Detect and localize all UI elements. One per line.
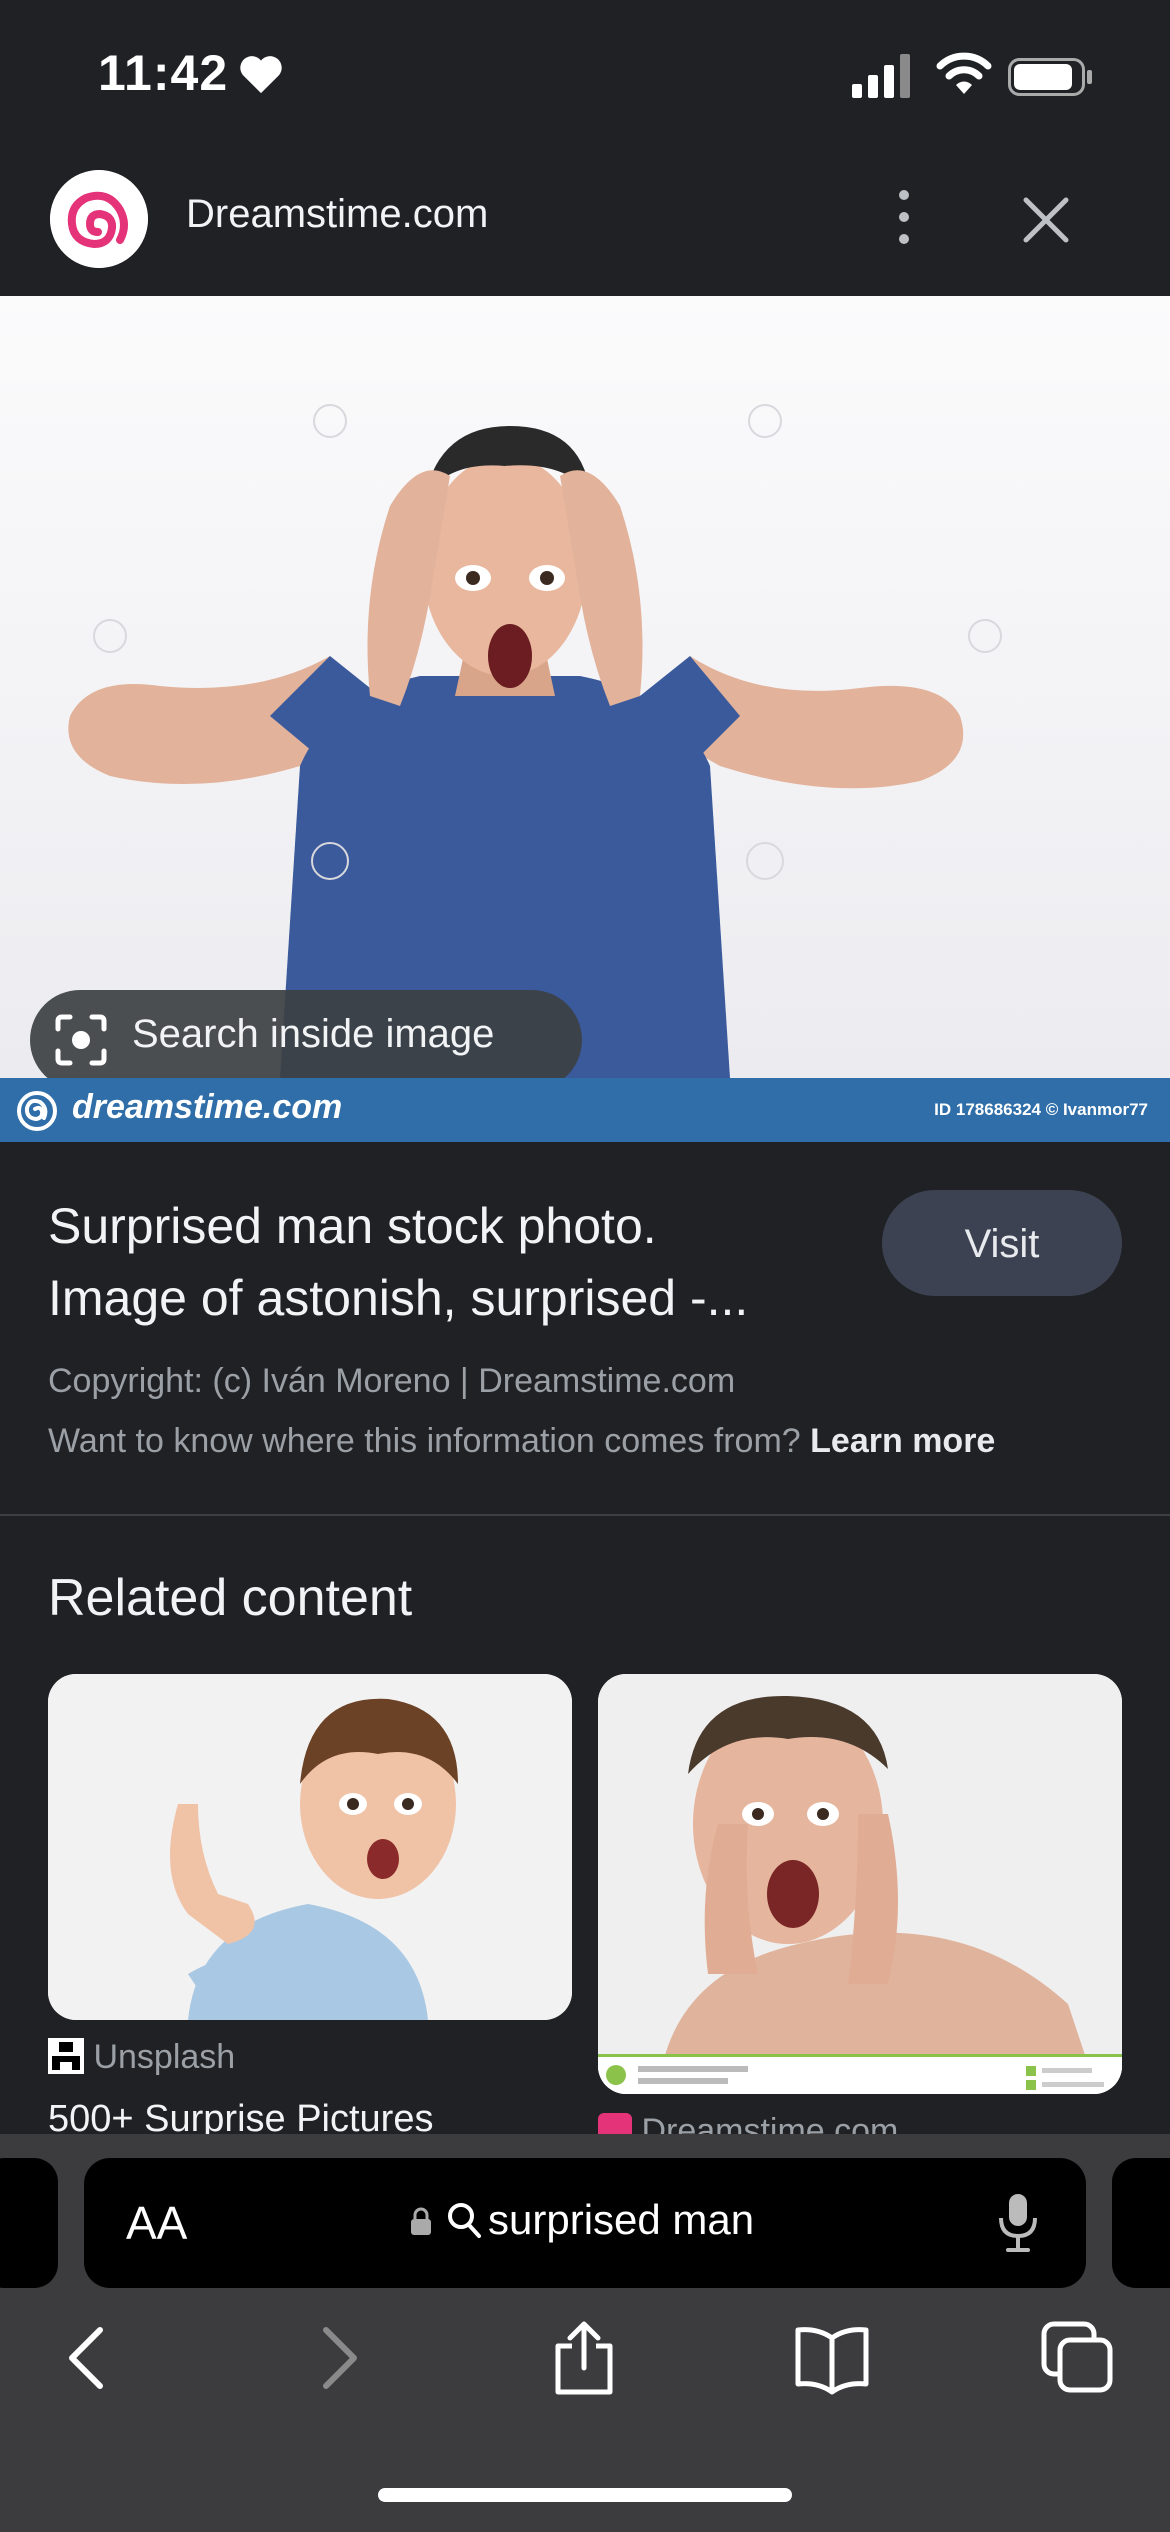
address-bar-query[interactable]: surprised man xyxy=(488,2196,754,2244)
search-inside-image-label: Search inside image xyxy=(132,1012,495,1056)
related-card-title-1[interactable]: 500+ Surprise Pictures xyxy=(48,2098,572,2134)
related-card-source-1[interactable]: Unsplash xyxy=(48,2038,235,2077)
site-title: Dreamstime.com xyxy=(186,192,489,236)
lock-icon xyxy=(411,2207,431,2235)
lens-icon xyxy=(55,1014,107,1066)
source-question: Want to know where this information come… xyxy=(48,1422,801,1460)
related-card-source-label-2: Dreamstime.com xyxy=(641,2112,899,2134)
image-title: Surprised man stock photo. Image of asto… xyxy=(48,1190,848,1334)
home-indicator xyxy=(378,2488,792,2502)
watermark-id: ID 178686324 © Ivanmor77 xyxy=(934,1100,1148,1119)
close-icon[interactable] xyxy=(1016,190,1076,250)
related-card-source-label-1: Unsplash xyxy=(93,2038,236,2076)
heart-icon xyxy=(240,56,282,94)
tabs-icon[interactable] xyxy=(1040,2320,1116,2396)
related-heading: Related content xyxy=(48,1569,413,1627)
related-card-image-1[interactable] xyxy=(48,1674,572,2020)
learn-more-link[interactable]: Learn more xyxy=(810,1422,995,1460)
surprised-boy-photo xyxy=(48,1674,572,2020)
related-card-image-2[interactable] xyxy=(598,1674,1122,2094)
text-size-button[interactable]: AA xyxy=(126,2196,187,2250)
site-logo[interactable] xyxy=(50,170,148,268)
signal-icon xyxy=(852,54,910,98)
share-icon[interactable] xyxy=(546,2320,622,2396)
related-card-title-clip-1: 500+ Surprise Pictures xyxy=(48,2098,572,2134)
more-vert-icon[interactable] xyxy=(880,185,928,249)
header-bar xyxy=(0,150,1170,296)
main-image[interactable] xyxy=(0,296,1170,1078)
mic-icon[interactable] xyxy=(996,2190,1040,2254)
dreamstime-small-logo-icon xyxy=(598,2113,632,2134)
source-info-line: Want to know where this information come… xyxy=(48,1422,995,1461)
surprised-man-photo xyxy=(68,404,1002,1078)
divider xyxy=(0,1514,1170,1516)
next-tab-peek[interactable] xyxy=(1112,2158,1170,2288)
forward-icon[interactable] xyxy=(300,2320,376,2396)
visit-button[interactable]: Visit xyxy=(882,1190,1122,1296)
copyright-text: Copyright: (c) Iván Moreno | Dreamstime.… xyxy=(48,1362,736,1400)
bookmarks-icon[interactable] xyxy=(794,2320,870,2396)
dreamstime-logo xyxy=(17,1091,57,1131)
image-title-line2: Image of astonish, surprised -... xyxy=(48,1270,749,1326)
back-icon[interactable] xyxy=(50,2320,126,2396)
related-card-source-2[interactable]: Dreamstime.com xyxy=(598,2110,1122,2134)
search-icon xyxy=(448,2203,481,2238)
watermark-brand: dreamstime.com xyxy=(72,1088,343,1126)
status-time: 11:42 xyxy=(98,45,229,101)
image-title-line1: Surprised man stock photo. xyxy=(48,1198,657,1254)
previous-tab-peek[interactable] xyxy=(0,2158,58,2288)
related-card-source-row-2: Dreamstime.com xyxy=(598,2112,1122,2134)
screaming-man-photo xyxy=(598,1674,1122,2094)
battery-icon xyxy=(1008,58,1092,96)
unsplash-logo-icon xyxy=(48,2038,84,2074)
wifi-icon xyxy=(936,52,992,94)
